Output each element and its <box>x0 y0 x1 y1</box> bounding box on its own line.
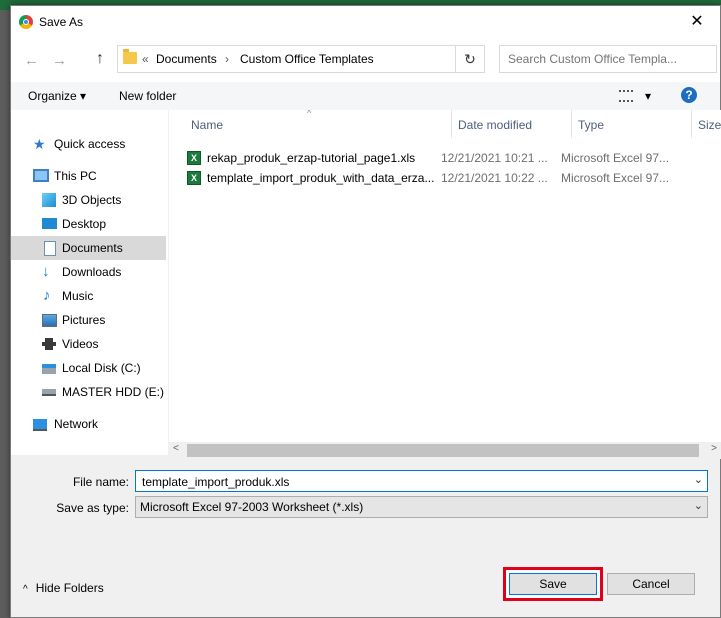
column-header-type[interactable]: Type <box>572 110 692 138</box>
cube-icon <box>42 193 56 207</box>
file-name-field[interactable]: ⌄ <box>135 470 708 492</box>
caret-up-icon: ^ <box>23 584 28 595</box>
breadcrumb-separator: › <box>225 52 229 66</box>
sidebar-item-label: This PC <box>54 169 97 183</box>
sidebar-item-videos[interactable]: Videos <box>11 332 166 356</box>
view-dropdown-caret[interactable]: ▾ <box>645 89 651 103</box>
search-input[interactable] <box>506 51 710 67</box>
sidebar-item-music[interactable]: ♪ Music <box>11 284 166 308</box>
network-icon <box>33 419 47 431</box>
view-options-icon[interactable] <box>619 90 633 102</box>
file-name: template_import_produk_with_data_erza... <box>207 171 435 185</box>
save-as-type-label: Save as type: <box>56 501 129 515</box>
command-toolbar: Organize ▾ New folder ▾ ? <box>11 82 720 110</box>
computer-icon <box>33 169 49 182</box>
sidebar-item-local-disk-c[interactable]: Local Disk (C:) <box>11 356 166 380</box>
refresh-button[interactable]: ↻ <box>455 46 484 72</box>
scroll-right-icon[interactable]: > <box>711 443 717 454</box>
drive-icon <box>42 364 56 374</box>
breadcrumb-documents[interactable]: Documents <box>156 52 217 66</box>
column-header-name[interactable]: Name <box>185 110 452 138</box>
sidebar-item-documents[interactable]: Documents <box>11 236 166 260</box>
sidebar-item-master-hdd-e[interactable]: MASTER HDD (E:) <box>11 380 166 404</box>
organize-button[interactable]: Organize ▾ <box>28 89 86 103</box>
new-folder-button[interactable]: New folder <box>119 89 176 103</box>
help-icon[interactable]: ? <box>681 87 697 103</box>
save-as-type-select[interactable]: Microsoft Excel 97-2003 Worksheet (*.xls… <box>135 496 708 518</box>
sidebar-item-desktop[interactable]: Desktop <box>11 212 166 236</box>
back-arrow-icon[interactable]: ← <box>24 52 39 69</box>
drive-icon <box>42 389 56 396</box>
chrome-icon <box>19 15 33 29</box>
folder-icon <box>123 49 137 64</box>
sidebar-item-label: Local Disk (C:) <box>62 361 141 375</box>
sidebar-item-3d-objects[interactable]: 3D Objects <box>11 188 166 212</box>
breadcrumb-overflow[interactable]: « <box>142 52 149 66</box>
hide-folders-label: Hide Folders <box>35 581 104 595</box>
sidebar-item-this-pc[interactable]: This PC <box>11 164 166 188</box>
excel-file-icon: X <box>187 171 201 185</box>
sidebar-item-label: Documents <box>62 241 123 255</box>
close-button[interactable]: ✕ <box>674 6 720 38</box>
sidebar-item-network[interactable]: Network <box>11 412 166 436</box>
address-row: ← → ↑ « Documents › Custom Office Templa… <box>11 38 720 82</box>
file-name-label: File name: <box>72 475 129 489</box>
column-header-date-modified[interactable]: Date modified <box>452 110 572 138</box>
file-name: rekap_produk_erzap-tutorial_page1.xls <box>207 151 416 165</box>
sidebar-item-label: Pictures <box>62 313 106 327</box>
file-name-input[interactable] <box>140 474 684 490</box>
file-date: 12/21/2021 10:22 ... <box>441 171 548 185</box>
music-icon: ♪ <box>43 287 51 304</box>
file-row[interactable]: X template_import_produk_with_data_erza.… <box>187 168 717 188</box>
window-title: Save As <box>39 15 84 29</box>
star-icon: ★ <box>33 136 46 152</box>
scroll-left-icon[interactable]: < <box>173 443 179 454</box>
sidebar-item-label: Network <box>54 417 99 431</box>
search-box[interactable] <box>499 45 717 73</box>
save-button[interactable]: Save <box>509 573 597 595</box>
excel-file-icon: X <box>187 151 201 165</box>
sidebar-item-label: Desktop <box>62 217 107 231</box>
navigation-pane: ★ Quick access This PC 3D Objects Deskto… <box>11 110 168 455</box>
scrollbar-thumb[interactable] <box>187 444 699 457</box>
pictures-icon <box>42 314 57 327</box>
download-icon: ↓ <box>42 263 50 280</box>
breadcrumb-custom-office-templates[interactable]: Custom Office Templates <box>240 52 374 66</box>
file-date: 12/21/2021 10:21 ... <box>441 151 548 165</box>
chevron-down-icon[interactable]: ⌄ <box>694 499 703 512</box>
hide-folders-button[interactable]: ^ Hide Folders <box>23 581 104 595</box>
file-type: Microsoft Excel 97... <box>561 151 670 165</box>
sidebar-item-label: Downloads <box>62 265 122 279</box>
sidebar-item-pictures[interactable]: Pictures <box>11 308 166 332</box>
address-bar[interactable]: « Documents › Custom Office Templates ↻ <box>117 45 485 73</box>
file-row[interactable]: X rekap_produk_erzap-tutorial_page1.xls … <box>187 148 717 168</box>
column-header-size[interactable]: Size <box>692 110 721 138</box>
sidebar-item-label: 3D Objects <box>62 193 122 207</box>
chevron-down-icon[interactable]: ⌄ <box>694 473 703 486</box>
title-bar: Save As ✕ <box>11 6 720 38</box>
forward-arrow-icon[interactable]: → <box>52 52 67 69</box>
file-type: Microsoft Excel 97... <box>561 171 670 185</box>
sidebar-item-quick-access[interactable]: ★ Quick access <box>11 132 166 156</box>
horizontal-scrollbar[interactable]: < > <box>168 442 721 459</box>
file-list-pane: ^ Name Date modified Type Size X rekap_p… <box>168 110 721 442</box>
documents-icon <box>44 241 56 256</box>
sidebar-item-label: Videos <box>62 337 99 351</box>
desktop-icon <box>42 218 57 229</box>
sidebar-item-label: MASTER HDD (E:) <box>62 385 164 399</box>
save-as-type-value: Microsoft Excel 97-2003 Worksheet (*.xls… <box>140 500 364 514</box>
videos-icon <box>42 338 56 350</box>
sidebar-item-downloads[interactable]: ↓ Downloads <box>11 260 166 284</box>
cancel-button[interactable]: Cancel <box>607 573 695 595</box>
sidebar-item-label: Music <box>62 289 94 303</box>
up-arrow-icon[interactable]: ↑ <box>96 50 104 68</box>
save-as-dialog: Save As ✕ ← → ↑ « Documents › Custom Off… <box>10 5 721 618</box>
sidebar-item-label: Quick access <box>54 137 126 151</box>
